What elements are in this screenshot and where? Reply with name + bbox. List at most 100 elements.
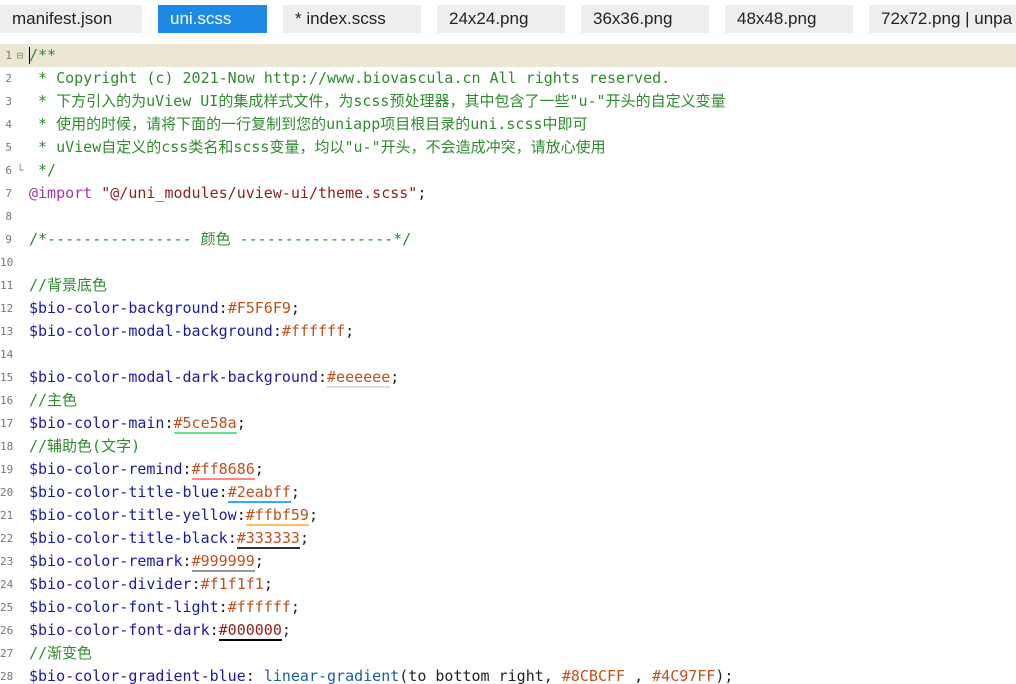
token-val: #8CBCFF bbox=[561, 667, 626, 684]
tab-uni-scss[interactable]: uni.scss bbox=[158, 5, 267, 33]
code-line[interactable]: 20 $bio-color-title-blue:#2eabff; bbox=[0, 481, 1016, 504]
code-line[interactable]: 1 ⊟/** bbox=[0, 44, 1016, 67]
tab-24x24-png[interactable]: 24x24.png bbox=[437, 5, 565, 33]
code-line[interactable]: 18 //辅助色(文字) bbox=[0, 435, 1016, 458]
code-text: $bio-color-modal-background:#ffffff; bbox=[29, 320, 354, 343]
token-val: #f1f1f1 bbox=[200, 575, 264, 593]
line-number: 10 bbox=[0, 256, 14, 269]
token-val: #ff8686 bbox=[191, 460, 255, 480]
tab-index-scss[interactable]: * index.scss bbox=[283, 5, 421, 33]
tab-48x48-png[interactable]: 48x48.png bbox=[725, 5, 853, 33]
code-line[interactable]: 10 bbox=[0, 251, 1016, 274]
token-comment: //背景底色 bbox=[29, 276, 108, 294]
tab-manifest-json[interactable]: manifest.json bbox=[0, 5, 142, 33]
editor-tab-bar: manifest.json uni.scss * index.scss 24x2… bbox=[0, 0, 1016, 40]
code-text: */ bbox=[29, 159, 56, 182]
code-text: $bio-color-main:#5ce58a; bbox=[29, 412, 246, 435]
token-comment: * uView自定义的css类名和scss变量，均以"u-"开头，不会造成冲突，… bbox=[29, 138, 606, 156]
token-val: #ffffff bbox=[281, 322, 346, 340]
code-line[interactable]: 5 * uView自定义的css类名和scss变量，均以"u-"开头，不会造成冲… bbox=[0, 136, 1016, 159]
line-number: 2 bbox=[5, 72, 12, 85]
code-text: * uView自定义的css类名和scss变量，均以"u-"开头，不会造成冲突，… bbox=[29, 136, 606, 159]
token-plain: : bbox=[182, 552, 192, 570]
code-line[interactable]: 15 $bio-color-modal-dark-background:#eeee… bbox=[0, 366, 1016, 389]
token-plain: : bbox=[191, 575, 201, 593]
line-number: 1 bbox=[5, 49, 12, 62]
token-plain: ; bbox=[299, 529, 309, 547]
token-plain: : bbox=[317, 368, 328, 386]
token-comment: * 使用的时候，请将下面的一行复制到您的uniapp项目根目录的uni.scss… bbox=[29, 115, 588, 133]
code-line[interactable]: 17 $bio-color-main:#5ce58a; bbox=[0, 412, 1016, 435]
token-plain: ; bbox=[417, 184, 427, 202]
code-text: @import "@/uni_modules/uview-ui/theme.sc… bbox=[29, 182, 426, 205]
code-line[interactable]: 16 //主色 bbox=[0, 389, 1016, 412]
code-line[interactable]: 6 └ */ bbox=[0, 159, 1016, 182]
code-line[interactable]: 2 * Copyright (c) 2021-Now http://www.bi… bbox=[0, 67, 1016, 90]
token-var: $bio-color-divider bbox=[29, 575, 192, 593]
code-text: $bio-color-modal-dark-background:#eeeeee… bbox=[29, 366, 399, 389]
code-line[interactable]: 11 //背景底色 bbox=[0, 274, 1016, 297]
token-plain: ; bbox=[308, 506, 318, 524]
code-line[interactable]: 4 * 使用的时候，请将下面的一行复制到您的uniapp项目根目录的uni.sc… bbox=[0, 113, 1016, 136]
code-line[interactable]: 13 $bio-color-modal-background:#ffffff; bbox=[0, 320, 1016, 343]
token-var: $bio-color-main bbox=[29, 414, 165, 432]
code-text: /** bbox=[29, 44, 56, 67]
line-number: 20 bbox=[0, 486, 14, 499]
fold-collapse-icon[interactable]: ⊟ bbox=[14, 44, 26, 67]
token-plain: : bbox=[245, 667, 264, 684]
code-line[interactable]: 8 bbox=[0, 205, 1016, 228]
token-var: $bio-color-title-black bbox=[29, 529, 228, 547]
code-line[interactable]: 23 $bio-color-remark:#999999; bbox=[0, 550, 1016, 573]
token-val: #eeeeee bbox=[327, 368, 391, 388]
tab-36x36-png[interactable]: 36x36.png bbox=[581, 5, 709, 33]
token-val: #ffffff bbox=[227, 598, 291, 616]
code-text: * 下方引入的为uView UI的集成样式文件，为scss预处理器，其中包含了一… bbox=[29, 90, 726, 113]
token-comment: /** bbox=[29, 46, 57, 64]
code-text: //辅助色(文字) bbox=[29, 435, 140, 458]
code-line[interactable]: 28 $bio-color-gradient-blue: linear-gradi… bbox=[0, 665, 1016, 684]
code-text: /*---------------- 颜色 -----------------*… bbox=[29, 228, 411, 251]
tab-72x72-png[interactable]: 72x72.png | unpa bbox=[869, 5, 1016, 33]
line-number: 3 bbox=[5, 95, 12, 108]
token-val: #999999 bbox=[191, 552, 255, 572]
code-line[interactable]: 3 * 下方引入的为uView UI的集成样式文件，为scss预处理器，其中包含… bbox=[0, 90, 1016, 113]
code-text: $bio-color-background:#F5F6F9; bbox=[29, 297, 300, 320]
code-text: $bio-color-font-dark:#000000; bbox=[29, 619, 291, 642]
token-val: #2eabff bbox=[227, 483, 291, 503]
token-comment: * 下方引入的为uView UI的集成样式文件，为scss预处理器，其中包含了一… bbox=[29, 92, 726, 110]
token-plain: : bbox=[236, 506, 246, 524]
code-text: $bio-color-remind:#ff8686; bbox=[29, 458, 264, 481]
token-plain: (to bottom right, bbox=[399, 667, 562, 684]
token-plain: ; bbox=[254, 552, 264, 570]
line-number: 9 bbox=[5, 233, 12, 246]
token-plain: ; bbox=[254, 460, 264, 478]
code-text: $bio-color-remark:#999999; bbox=[29, 550, 264, 573]
code-text: //主色 bbox=[29, 389, 77, 412]
code-line[interactable]: 19 $bio-color-remind:#ff8686; bbox=[0, 458, 1016, 481]
line-number: 16 bbox=[0, 394, 14, 407]
code-line[interactable]: 7 @import "@/uni_modules/uview-ui/theme.s… bbox=[0, 182, 1016, 205]
code-editor[interactable]: 1 ⊟/** 2 * Copyright (c) 2021-Now http://w… bbox=[0, 44, 1016, 684]
code-line[interactable]: 24 $bio-color-divider:#f1f1f1; bbox=[0, 573, 1016, 596]
code-line[interactable]: 27 //渐变色 bbox=[0, 642, 1016, 665]
code-line[interactable]: 21 $bio-color-title-yellow:#ffbf59; bbox=[0, 504, 1016, 527]
code-line[interactable]: 9 /*---------------- 颜色 -----------------… bbox=[0, 228, 1016, 251]
token-str: "@/uni_modules/uview-ui/theme.scss" bbox=[101, 184, 418, 202]
code-line[interactable]: 12 $bio-color-background:#F5F6F9; bbox=[0, 297, 1016, 320]
code-line[interactable]: 22 $bio-color-title-black:#333333; bbox=[0, 527, 1016, 550]
token-plain: ; bbox=[290, 483, 300, 501]
token-plain: ; bbox=[345, 322, 355, 340]
token-comment: //主色 bbox=[29, 391, 78, 409]
line-number: 26 bbox=[0, 624, 14, 637]
token-var: $bio-color-font-dark bbox=[29, 621, 210, 639]
code-line[interactable]: 25 $bio-color-font-light:#ffffff; bbox=[0, 596, 1016, 619]
token-plain: : bbox=[272, 322, 282, 340]
code-text: //渐变色 bbox=[29, 642, 92, 665]
code-line[interactable]: 26 $bio-color-font-dark:#000000; bbox=[0, 619, 1016, 642]
line-number: 27 bbox=[0, 647, 14, 660]
line-number: 24 bbox=[0, 578, 14, 591]
code-text: $bio-color-title-black:#333333; bbox=[29, 527, 309, 550]
token-val: #ffbf59 bbox=[245, 506, 309, 526]
text-cursor bbox=[29, 47, 30, 64]
code-line[interactable]: 14 bbox=[0, 343, 1016, 366]
